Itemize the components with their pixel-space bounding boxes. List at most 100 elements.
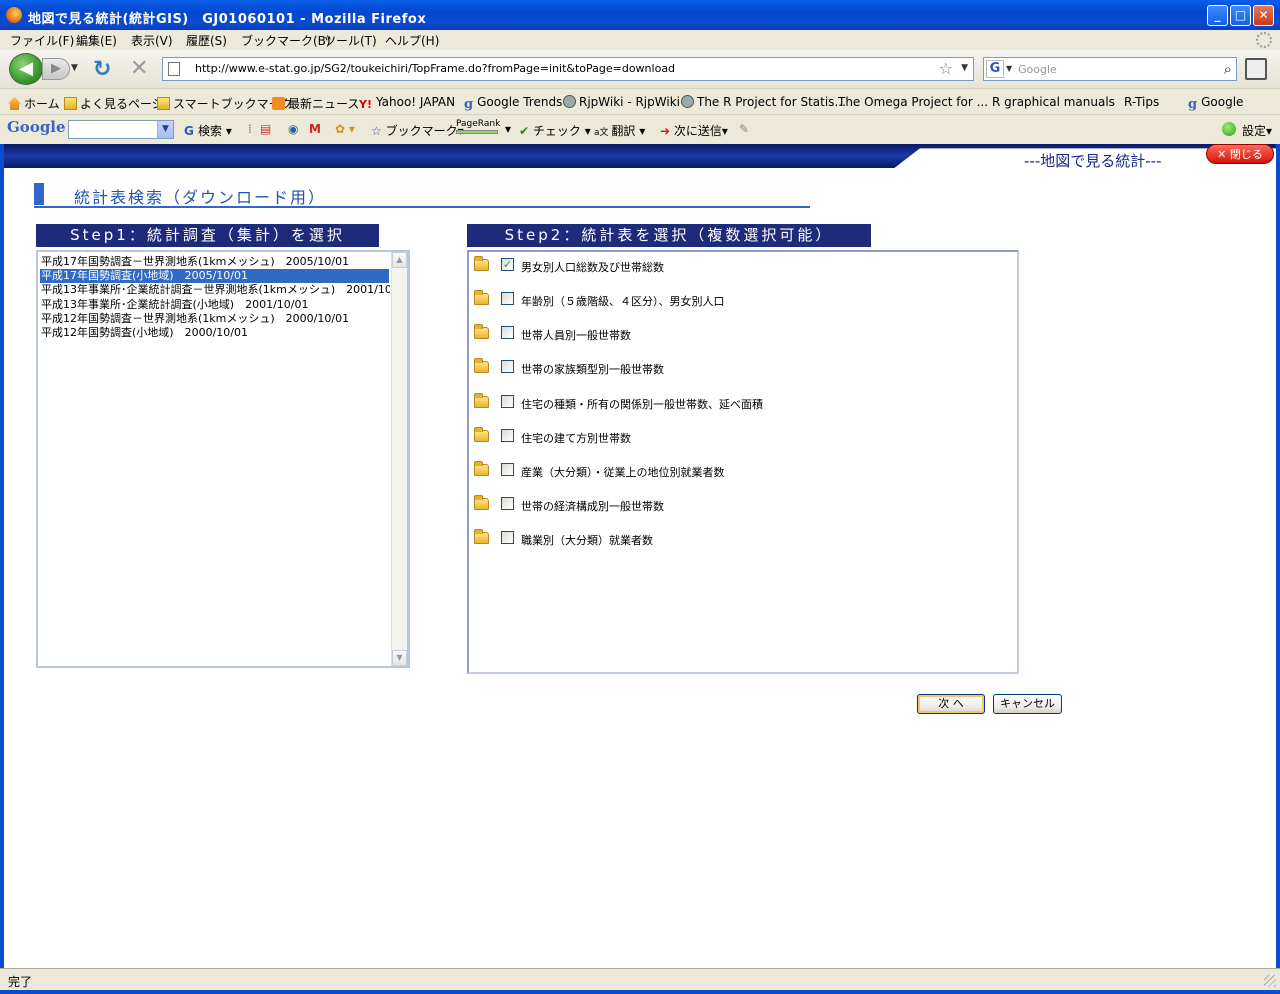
- bookmark-r-tips[interactable]: R-Tips: [1124, 95, 1160, 252]
- survey-option[interactable]: 平成13年事業所･企業統計調査－世界測地系(1kmメッシュ) 2001/10/0…: [40, 283, 390, 297]
- table-checkbox[interactable]: [501, 292, 514, 305]
- menu-file[interactable]: ファイル(F): [10, 32, 74, 49]
- bookmark-google[interactable]: g Google: [1188, 95, 1243, 112]
- translate-button[interactable]: a文 翻訳 ▾: [594, 122, 645, 139]
- search-input[interactable]: Google: [1018, 63, 1057, 76]
- bookmark-label: The R Project for Statis...: [697, 95, 846, 109]
- table-checkbox[interactable]: [501, 395, 514, 408]
- google-toolbar-search-input[interactable]: ▼: [68, 120, 174, 139]
- bookmark-home[interactable]: ホーム: [8, 95, 60, 112]
- table-checkbox[interactable]: [501, 326, 514, 339]
- url-bar[interactable]: http://www.e-stat.go.jp/SG2/toukeichiri/…: [162, 57, 974, 81]
- survey-listbox[interactable]: 平成17年国勢調査－世界測地系(1kmメッシュ) 2005/10/01 平成17…: [36, 250, 410, 668]
- search-magnifier-icon[interactable]: ⌕: [1224, 60, 1232, 78]
- survey-option[interactable]: 平成17年国勢調査－世界測地系(1kmメッシュ) 2005/10/01: [40, 255, 390, 269]
- bookmark-frequent[interactable]: よく見るページ: [64, 95, 164, 112]
- status-green-icon: [1222, 122, 1236, 136]
- google-search-label: 検索: [198, 124, 223, 138]
- bookmark-r-project[interactable]: The R Project for Statis...: [681, 95, 846, 109]
- history-dropdown-icon[interactable]: ▼: [71, 63, 78, 73]
- window-title: 地図で見る統計(統計GIS) GJ01060101 - Mozilla Fire…: [28, 12, 427, 27]
- url-dropdown-icon[interactable]: ▼: [961, 63, 968, 73]
- table-checkbox[interactable]: [501, 531, 514, 544]
- bookmark-label: Yahoo! JAPAN: [375, 95, 456, 109]
- bookmarks-puzzle-icon[interactable]: ✿ ▾: [335, 122, 355, 136]
- table-checkbox[interactable]: [501, 497, 514, 510]
- google-search-engine-icon[interactable]: G: [986, 60, 1004, 78]
- menu-tools[interactable]: ツール(T): [324, 32, 377, 49]
- table-label: 住宅の建て方別世帯数: [521, 432, 631, 445]
- new-tab-icon[interactable]: [1245, 58, 1267, 80]
- send-to-button[interactable]: ➜ 次に送信▾: [660, 122, 728, 139]
- window-title-bar[interactable]: 地図で見る統計(統計GIS) GJ01060101 - Mozilla Fire…: [0, 0, 1280, 30]
- throbber-icon: [1256, 32, 1272, 48]
- gmail-icon[interactable]: M: [309, 122, 321, 136]
- bookmark-yahoo[interactable]: Y! Yahoo! JAPAN: [359, 95, 455, 111]
- status-bar: 完了: [0, 968, 1280, 990]
- survey-option[interactable]: 平成12年国勢調査－世界測地系(1kmメッシュ) 2000/10/01: [40, 312, 390, 326]
- menu-bookmarks[interactable]: ブックマーク(B): [241, 32, 331, 49]
- bookmark-label: R-Tips: [1124, 95, 1160, 109]
- globe-icon[interactable]: ◉: [288, 122, 298, 136]
- forward-button[interactable]: ▶: [42, 58, 70, 80]
- menu-help[interactable]: ヘルプ(H): [385, 32, 439, 49]
- bookmark-r-graphical[interactable]: R graphical manuals: [992, 95, 1115, 252]
- yahoo-icon: Y!: [359, 98, 372, 111]
- menu-edit[interactable]: 編集(E): [76, 32, 117, 49]
- spellcheck-button[interactable]: ✔ チェック ▾: [519, 122, 591, 139]
- search-box[interactable]: G ▼ Google ⌕: [983, 57, 1237, 81]
- google-toolbar-logo[interactable]: Google: [7, 118, 66, 136]
- bookmark-star-icon[interactable]: ☆: [939, 59, 953, 78]
- bookmark-news[interactable]: 最新ニュース: [272, 95, 359, 112]
- close-window-button[interactable]: ✕: [1253, 5, 1274, 26]
- highlighter-icon[interactable]: ✎: [739, 122, 749, 136]
- close-page-button[interactable]: ✕ 閉じる: [1206, 144, 1274, 164]
- back-button[interactable]: ◀: [9, 53, 43, 85]
- next-button[interactable]: 次 へ: [917, 694, 985, 714]
- step1-label: Step1：統計調査（集計）を選択: [36, 224, 379, 247]
- settings-button[interactable]: 設定▾: [1242, 122, 1272, 139]
- survey-option[interactable]: 平成13年事業所･企業統計調査(小地域) 2001/10/01: [40, 298, 390, 312]
- resize-grip-icon[interactable]: [1264, 975, 1276, 987]
- table-label: 男女別人口総数及び世帯総数: [521, 261, 664, 274]
- scroll-up-icon[interactable]: ▲: [392, 252, 407, 268]
- scroll-down-icon[interactable]: ▼: [392, 650, 407, 666]
- cancel-button[interactable]: キャンセル: [993, 694, 1062, 714]
- listbox-scrollbar[interactable]: ▲ ▼: [391, 252, 407, 666]
- table-label: 世帯の家族類型別一般世帯数: [521, 363, 664, 376]
- pagerank-dropdown-icon[interactable]: ▾: [505, 122, 511, 136]
- survey-option[interactable]: 平成12年国勢調査(小地域) 2000/10/01: [40, 326, 390, 340]
- reload-button[interactable]: ↻: [93, 57, 111, 82]
- google-bookmarks-button[interactable]: ☆ ブックマーク▾: [371, 122, 464, 139]
- translate-label: 翻訳: [611, 124, 636, 138]
- table-checkbox-checked[interactable]: ✓: [501, 258, 514, 271]
- search-engine-dropdown-icon[interactable]: ▼: [1006, 64, 1012, 73]
- google-icon: g: [1188, 97, 1198, 112]
- menu-view[interactable]: 表示(V): [131, 32, 173, 49]
- table-checkbox[interactable]: [501, 463, 514, 476]
- pagerank-indicator: PageRank: [456, 119, 500, 134]
- stop-button[interactable]: ✕: [130, 56, 148, 81]
- news-icon[interactable]: ▤: [260, 122, 271, 136]
- survey-option-selected[interactable]: 平成17年国勢調査(小地域) 2005/10/01: [40, 269, 389, 283]
- maximize-button[interactable]: □: [1230, 5, 1251, 26]
- bookmark-google-trends[interactable]: g Google Trends: [464, 95, 562, 112]
- table-checkbox[interactable]: [501, 360, 514, 373]
- translate-icon: a文: [594, 128, 612, 138]
- spellcheck-label: チェック: [532, 124, 581, 138]
- menu-history[interactable]: 履歴(S): [186, 32, 227, 49]
- folder-icon: [474, 427, 489, 442]
- r-icon: [681, 95, 694, 108]
- bookmark-label: Google: [1201, 95, 1244, 109]
- table-label: 世帯人員別一般世帯数: [521, 329, 631, 342]
- bookmark-rjpwiki[interactable]: RjpWiki - RjpWiki: [563, 95, 680, 109]
- page-title: 統計表検索（ダウンロード用）: [74, 188, 327, 207]
- google-search-button[interactable]: G 検索 ▾: [184, 122, 232, 139]
- chevron-down-icon[interactable]: ▼: [157, 121, 173, 138]
- url-text[interactable]: http://www.e-stat.go.jp/SG2/toukeichiri/…: [195, 62, 675, 75]
- page-content: ---地図で見る統計--- ✕ 閉じる 統計表検索（ダウンロード用） Step1…: [4, 144, 1276, 968]
- bookmark-omega[interactable]: The Omega Project for ...: [838, 95, 988, 252]
- minimize-button[interactable]: _: [1207, 5, 1228, 26]
- pagerank-label: PageRank: [456, 119, 501, 129]
- table-checkbox[interactable]: [501, 429, 514, 442]
